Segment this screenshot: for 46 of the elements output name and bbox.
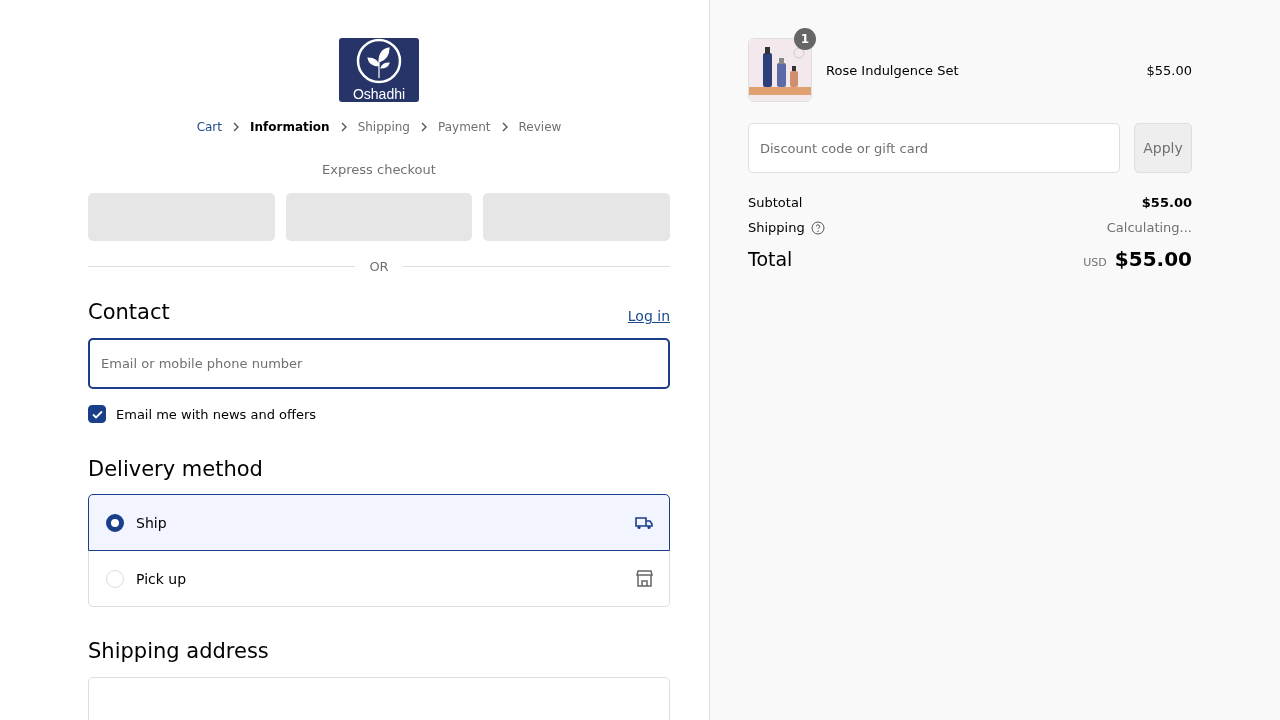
truck-icon bbox=[635, 515, 653, 530]
delivery-heading: Delivery method bbox=[88, 457, 264, 481]
delivery-option[interactable]: Ship bbox=[88, 494, 670, 551]
breadcrumb-step: Payment bbox=[438, 120, 491, 134]
breadcrumb-step: Shipping bbox=[357, 120, 410, 134]
chevron-icon bbox=[232, 122, 240, 132]
shipping-value: Calculating... bbox=[1106, 220, 1192, 235]
express-checkout-title: Express checkout bbox=[321, 162, 437, 177]
logo[interactable]: Oshadhi bbox=[339, 38, 419, 102]
subtotal-value: $55.00 bbox=[1141, 195, 1192, 210]
shipping-address-heading: Shipping address bbox=[88, 639, 270, 663]
chevron-icon bbox=[339, 122, 348, 132]
newsletter-label: Email me with news and offers bbox=[116, 406, 317, 422]
newsletter-checkbox[interactable] bbox=[88, 405, 106, 423]
delivery-option-label: Pick up bbox=[136, 570, 188, 587]
currency-code: USD bbox=[1083, 256, 1107, 269]
radio-button[interactable] bbox=[106, 513, 124, 532]
express-pay-button[interactable] bbox=[285, 193, 473, 241]
login-link[interactable]: Log in bbox=[627, 308, 670, 324]
logo-text: Oshadhi bbox=[352, 86, 406, 102]
quantity-badge: 1 bbox=[794, 28, 816, 50]
express-pay-button[interactable] bbox=[88, 193, 275, 241]
check-icon bbox=[91, 409, 103, 419]
country-field[interactable] bbox=[88, 677, 670, 720]
contact-heading: Contact bbox=[88, 300, 170, 324]
or-divider-text: OR bbox=[369, 259, 389, 274]
delivery-option-label: Ship bbox=[136, 514, 168, 531]
chevron-icon bbox=[500, 122, 509, 132]
leaf-icon bbox=[356, 38, 402, 84]
express-pay-button[interactable] bbox=[483, 193, 670, 241]
product-price: $55.00 bbox=[1146, 62, 1192, 78]
total-value: $55.00 bbox=[1114, 247, 1192, 271]
breadcrumb-step[interactable]: Cart bbox=[196, 120, 222, 134]
breadcrumb-step: Review bbox=[518, 120, 562, 134]
chevron-icon bbox=[420, 122, 428, 132]
product-name: Rose Indulgence Set bbox=[826, 62, 960, 78]
help-icon[interactable] bbox=[810, 220, 825, 235]
apply-button[interactable]: Apply bbox=[1134, 123, 1192, 173]
store-icon bbox=[636, 570, 653, 587]
breadcrumb-step: Information bbox=[250, 120, 330, 134]
delivery-option[interactable]: Pick up bbox=[88, 550, 670, 607]
total-label: Total bbox=[748, 248, 793, 270]
shipping-label: Shipping bbox=[748, 220, 805, 235]
subtotal-label: Subtotal bbox=[748, 195, 803, 210]
discount-field[interactable]: Discount code or gift card bbox=[748, 123, 1121, 173]
email-field[interactable]: Email or mobile phone number bbox=[88, 338, 670, 389]
